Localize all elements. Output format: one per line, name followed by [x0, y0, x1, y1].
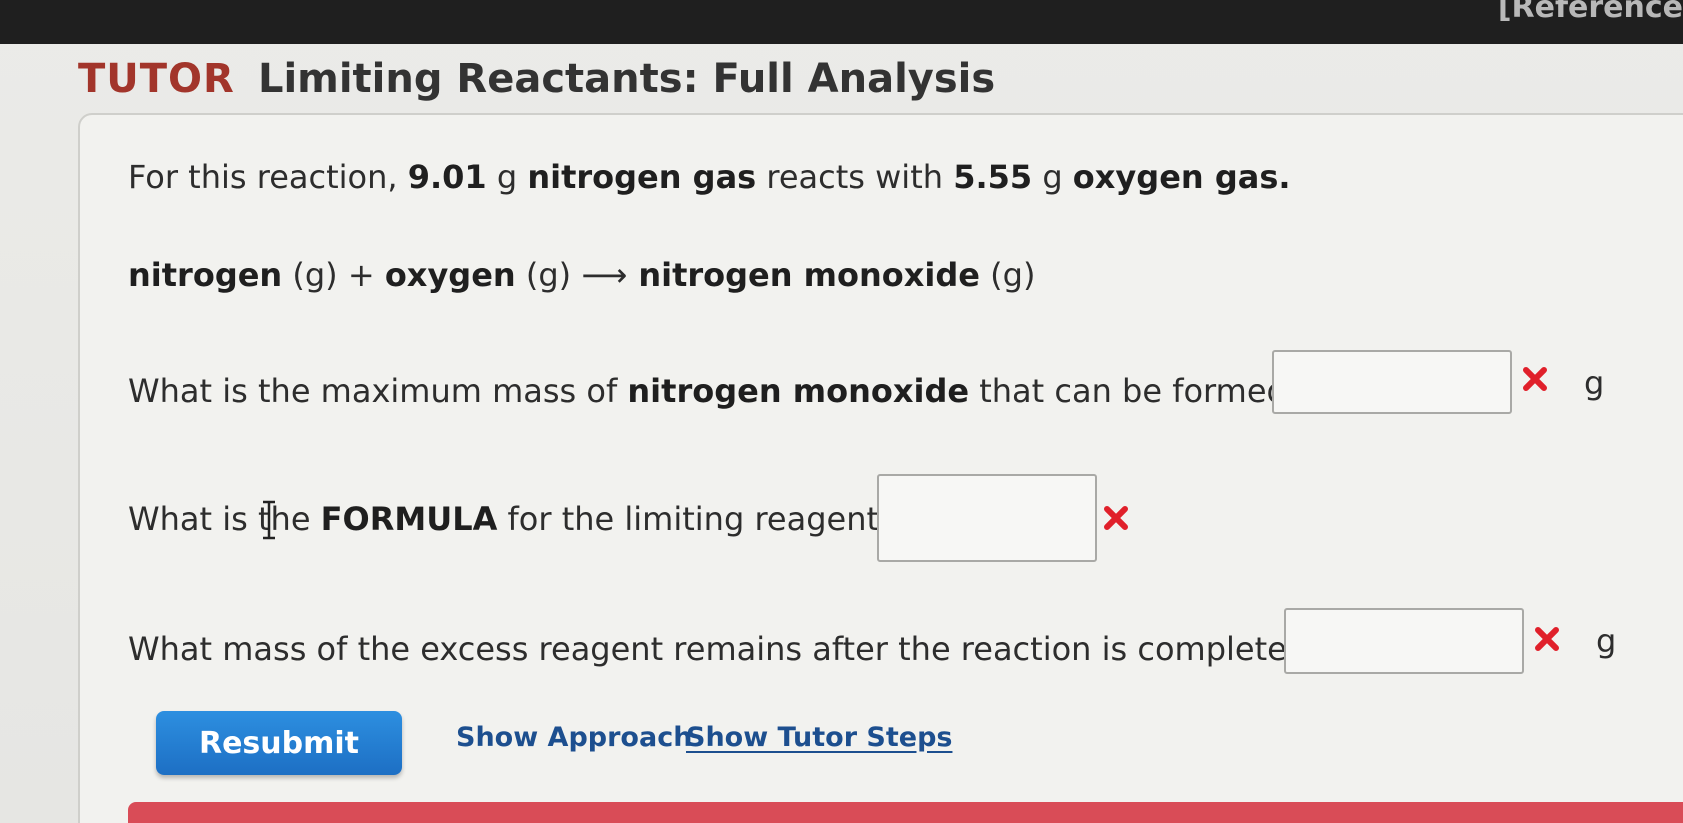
answer-input-excess-mass[interactable] [1284, 608, 1524, 674]
question-3-text: What mass of the excess reagent remains … [128, 630, 1304, 668]
show-tutor-steps-link[interactable]: Show Tutor Steps [686, 722, 952, 753]
feedback-banner [128, 802, 1683, 823]
tutor-label: TUTOR [78, 56, 235, 102]
text-cursor-icon [263, 500, 275, 540]
answer-input-max-mass[interactable] [1272, 350, 1512, 414]
show-approach-link[interactable]: Show Approach [456, 722, 692, 753]
incorrect-x-icon [1535, 627, 1559, 651]
reaction-arrow: ⟶ [581, 256, 628, 294]
resubmit-button[interactable]: Resubmit [156, 711, 402, 775]
question-1-text: What is the maximum mass of nitrogen mon… [128, 372, 1304, 410]
top-bar: [Reference [0, 0, 1683, 44]
incorrect-x-icon [1104, 506, 1128, 530]
screen: [Reference TUTOR Limiting Reactants: Ful… [0, 0, 1683, 823]
page-title: Limiting Reactants: Full Analysis [257, 56, 996, 102]
question-2-text: What is the FORMULA for the limiting rea… [128, 500, 896, 538]
incorrect-x-icon [1523, 367, 1547, 391]
reference-link[interactable]: [Reference [1498, 0, 1683, 25]
reaction-equation: nitrogen (g) + oxygen (g) ⟶ nitrogen mon… [128, 256, 1036, 294]
answer-input-formula[interactable] [877, 474, 1097, 562]
nitrogen-mass: 9.01 [407, 158, 487, 196]
nitrogen-gas-label: nitrogen gas [527, 158, 757, 196]
page-header: TUTOR Limiting Reactants: Full Analysis [78, 56, 995, 102]
oxygen-mass: 5.55 [953, 158, 1033, 196]
oxygen-gas-label: oxygen gas. [1072, 158, 1291, 196]
problem-intro: For this reaction, 9.01 g nitrogen gas r… [128, 158, 1291, 196]
unit-grams: g [1584, 364, 1605, 402]
unit-grams: g [1596, 622, 1617, 660]
